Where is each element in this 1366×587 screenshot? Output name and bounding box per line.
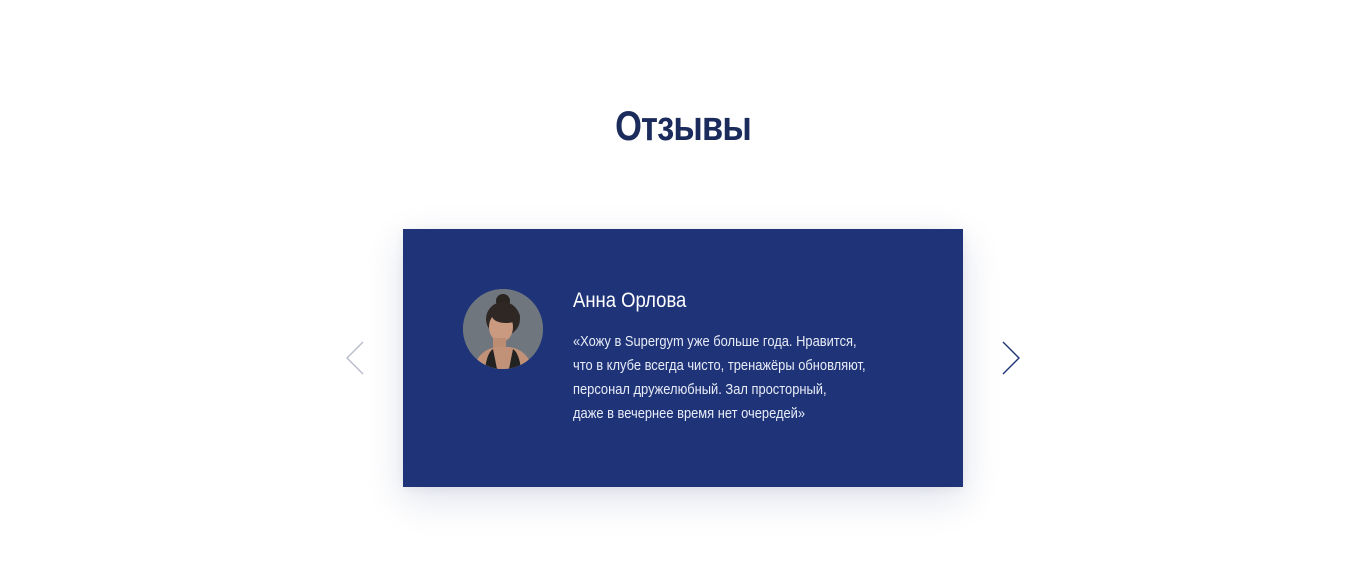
review-text-line: даже в вечернее время нет очередей»: [573, 405, 806, 422]
review-text: «Хожу в Supergym уже больше года. Нравит…: [573, 330, 933, 426]
review-text-line: что в клубе всегда чисто, тренажёры обно…: [573, 357, 866, 374]
review-text-line: «Хожу в Supergym уже больше года. Нравит…: [573, 333, 857, 350]
avatar-photo: [463, 289, 543, 369]
reviewer-avatar: [463, 289, 543, 369]
prev-slide-button[interactable]: [343, 340, 367, 376]
reviews-slider: Анна Орлова «Хожу в Supergym уже больше …: [0, 0, 1366, 587]
next-slide-button[interactable]: [999, 340, 1023, 376]
review-card: Анна Орлова «Хожу в Supergym уже больше …: [403, 229, 963, 487]
chevron-left-icon: [346, 341, 364, 375]
reviewer-name: Анна Орлова: [573, 289, 687, 312]
chevron-right-icon: [1002, 341, 1020, 375]
review-text-line: персонал дружелюбный. Зал просторный,: [573, 381, 827, 398]
